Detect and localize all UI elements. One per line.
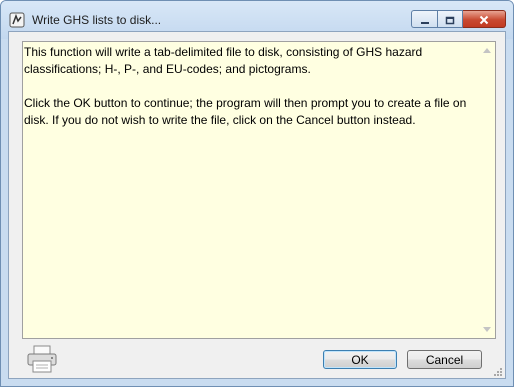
cancel-button[interactable]: Cancel — [407, 350, 482, 369]
maximize-button[interactable] — [437, 10, 463, 28]
message-paragraph: This function will write a tab-delimited… — [24, 45, 423, 76]
printer-icon[interactable] — [26, 344, 58, 374]
maximize-icon — [445, 10, 455, 29]
scroll-up-icon[interactable] — [483, 48, 491, 53]
vertical-scrollbar[interactable] — [479, 42, 495, 338]
minimize-icon — [420, 10, 430, 29]
close-button[interactable] — [463, 10, 506, 28]
resize-grip-icon[interactable] — [491, 364, 503, 376]
ok-button[interactable]: OK — [323, 350, 397, 369]
message-text: This function will write a tab-delimited… — [24, 44, 479, 146]
dialog-body: This function will write a tab-delimited… — [8, 31, 506, 379]
window-title: Write GHS lists to disk... — [32, 13, 162, 27]
dialog-window: Write GHS lists to disk... This function… — [0, 0, 514, 387]
app-icon[interactable] — [9, 12, 25, 28]
minimize-button[interactable] — [411, 10, 437, 28]
message-textbox[interactable]: This function will write a tab-delimited… — [22, 41, 496, 339]
message-paragraph: Click the OK button to continue; the pro… — [24, 96, 467, 127]
close-icon — [479, 10, 489, 29]
scroll-down-icon[interactable] — [483, 327, 491, 332]
caption-buttons — [411, 10, 506, 29]
